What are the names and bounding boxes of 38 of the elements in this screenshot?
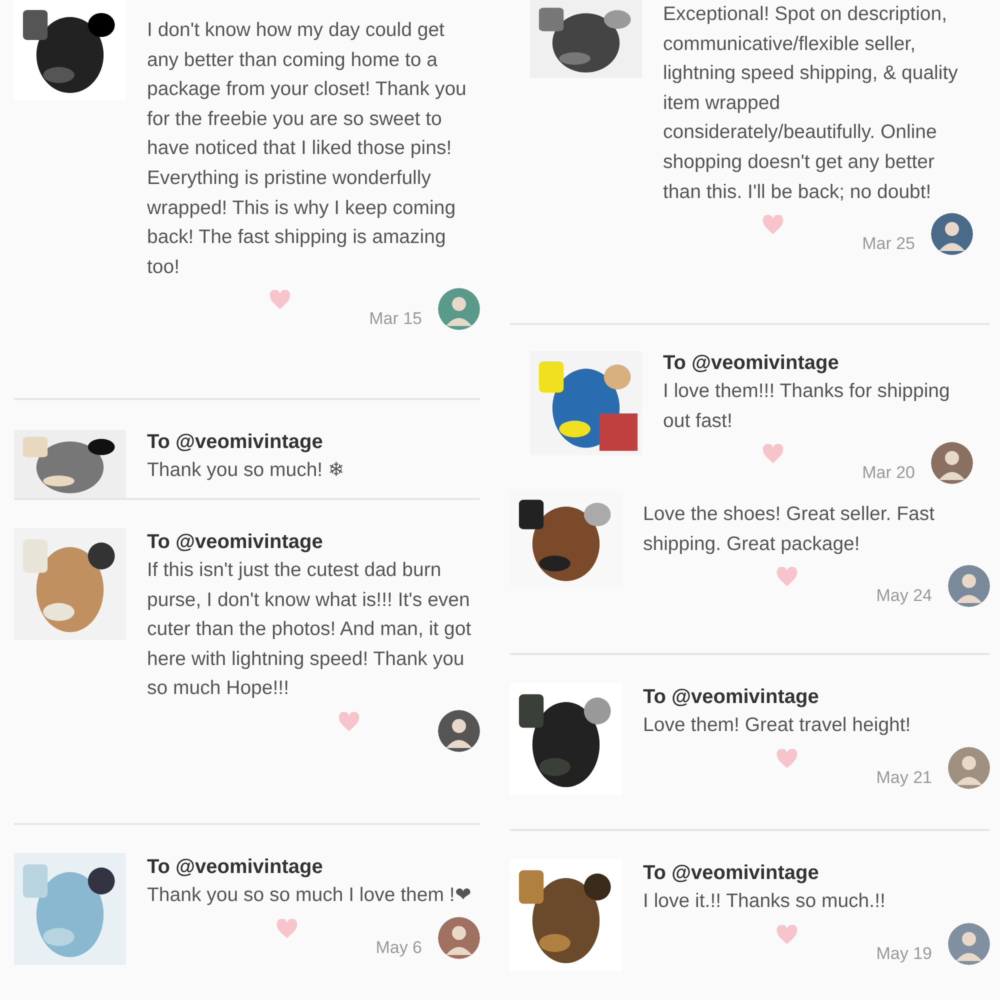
recipient-handle: To @veomivintage — [663, 351, 840, 376]
review-text: I love it.!! Thanks so much.!! — [643, 889, 886, 914]
review-text: Thank you so much! ❄ — [147, 458, 346, 483]
heart-icon[interactable] — [276, 918, 298, 939]
review-date: May 21 — [876, 766, 932, 789]
review-text: Love the shoes! Great seller. Fast shipping. Great package! — [643, 502, 936, 557]
review-text: I love them!!! Thanks for shipping out fast! — [663, 379, 951, 434]
review-text: Thank you so so much I love them !❤ — [147, 883, 473, 908]
avatar-icon[interactable] — [438, 288, 480, 330]
review-text: I don't know how my day could get any better than coming home to a package from your closet! Thank you for the freebie you are so sweet to have noticed that I liked those pins! Everything is pristine wonderfully wrapped! This is why I keep coming back! The fast shipping is amazing too! — [147, 18, 468, 280]
review-date: Mar 25 — [862, 233, 915, 256]
heart-icon[interactable] — [776, 567, 798, 588]
recipient-handle: To @veomivintage — [147, 855, 324, 880]
avatar-icon[interactable] — [438, 916, 480, 959]
review-text: If this isn't just the cutest dad burn purse, I don't know what is!!! It's even cuter than the photos! And man, it got here with lightning speed! Thank you so much Hope!!! — [147, 558, 472, 702]
review-date: May 6 — [376, 936, 422, 959]
recipient-handle: To @veomivintage — [147, 530, 324, 555]
heart-icon[interactable] — [338, 712, 360, 732]
heart-icon[interactable] — [762, 444, 784, 464]
recipient-handle: To @veomivintage — [643, 685, 820, 710]
avatar-icon[interactable] — [948, 922, 990, 965]
review-date: May 24 — [876, 585, 932, 608]
avatar-icon[interactable] — [948, 565, 990, 608]
review-date: Mar 20 — [862, 462, 915, 484]
avatar-icon[interactable] — [948, 746, 990, 789]
heart-icon[interactable] — [776, 748, 798, 769]
review-text: Love them! Great travel height! — [643, 713, 912, 738]
recipient-handle: To @veomivintage — [147, 430, 324, 455]
review-text: Exceptional! Spot on description, communicative/flexible seller, lightning speed shipping, & quality item wrapped considerately/beautifully. Online shopping doesn't get any better than this. I'll be back; no doubt! — [663, 2, 959, 205]
heart-icon[interactable] — [762, 215, 784, 236]
heart-icon[interactable] — [776, 924, 798, 945]
review-date: Mar 15 — [369, 308, 422, 330]
avatar-icon[interactable] — [931, 442, 973, 484]
avatar-icon[interactable] — [931, 213, 973, 256]
avatar-icon[interactable] — [438, 710, 480, 752]
review-date: May 19 — [876, 942, 932, 965]
recipient-handle: To @veomivintage — [643, 861, 820, 886]
heart-icon[interactable] — [269, 290, 292, 310]
